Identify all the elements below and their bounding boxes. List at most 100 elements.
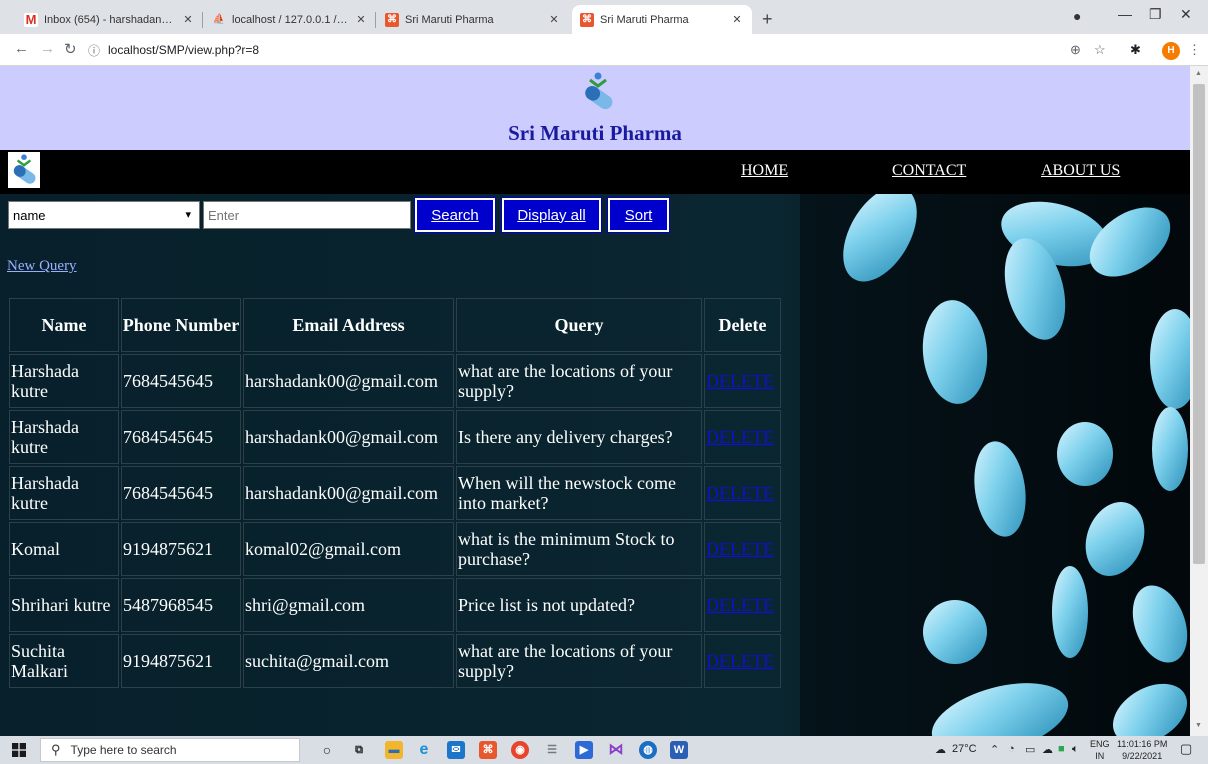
clock-date: 9/22/2021 (1122, 751, 1163, 761)
pharma-logo-icon[interactable] (8, 152, 40, 188)
minimize-icon[interactable]: — (1118, 6, 1132, 22)
page-scrollbar[interactable]: ▲ ▼ (1190, 66, 1208, 736)
taskbar-clock[interactable]: 11:01:16 PM 9/22/2021 (1117, 738, 1167, 762)
close-tab-icon[interactable]: ✕ (730, 13, 744, 26)
site-header: Sri Maruti Pharma (0, 66, 1190, 150)
site-title: Sri Maruti Pharma (508, 121, 682, 145)
browser-tab-gmail[interactable]: M Inbox (654) - harshadank00@gm ✕ (16, 5, 203, 34)
scroll-up-icon[interactable]: ▲ (1195, 70, 1202, 77)
browser-tab-phpmyadmin[interactable]: ⛵ localhost / 127.0.0.1 / smp / info ✕ (204, 5, 376, 34)
scrollbar-thumb[interactable] (1193, 84, 1205, 564)
xampp-icon[interactable]: ⌘ (479, 741, 497, 759)
database-icon[interactable]: ☰ (543, 741, 561, 759)
forward-icon[interactable]: → (40, 40, 55, 57)
maximize-icon[interactable]: ❐ (1149, 6, 1162, 23)
column-header-email: Email Address (243, 298, 454, 352)
file-explorer-icon[interactable]: ▬ (385, 741, 403, 759)
app-icon[interactable]: ◍ (639, 741, 657, 759)
profile-avatar[interactable]: H (1162, 42, 1180, 60)
search-button[interactable]: Search (414, 197, 496, 233)
close-window-icon[interactable]: ✕ (1180, 6, 1192, 23)
back-icon[interactable]: ← (14, 40, 29, 57)
cell-phone: 7684545645 (121, 410, 241, 464)
chrome-icon[interactable]: ◉ (511, 741, 529, 759)
table-row: Shrihari kutre 5487968545 shri@gmail.com… (9, 578, 781, 632)
table-row: Komal 9194875621 komal02@gmail.com what … (9, 522, 781, 576)
bookmark-star-icon[interactable]: ☆ (1094, 42, 1106, 58)
filter-field-value: name (13, 208, 46, 223)
mail-icon[interactable]: ✉ (447, 741, 465, 759)
tab-title: Sri Maruti Pharma (600, 13, 689, 26)
edge-icon[interactable]: e (415, 741, 433, 759)
cell-phone: 7684545645 (121, 466, 241, 520)
address-bar[interactable]: ⓘ localhost/SMP/view.php?r=8 (88, 38, 1128, 62)
cell-name: Harshada kutre (9, 466, 119, 520)
nav-about-link[interactable]: ABOUT US (1041, 162, 1120, 180)
browser-tab-sri-maruti-active[interactable]: ⌘ Sri Maruti Pharma ✕ (572, 5, 752, 34)
cell-query: Price list is not updated? (456, 578, 702, 632)
notifications-icon[interactable]: ▢ (1180, 741, 1192, 757)
delete-link[interactable]: DELETE (704, 410, 781, 464)
app-tray-icon[interactable]: ■ (1058, 743, 1065, 755)
table-row: Harshada kutre 7684545645 harshadank00@g… (9, 354, 781, 408)
language-indicator[interactable]: ENG IN (1090, 738, 1110, 762)
browser-menu-icon[interactable]: ⋮ (1188, 42, 1201, 58)
tab-title: Inbox (654) - harshadank00@gm (44, 13, 177, 26)
delete-link[interactable]: DELETE (704, 466, 781, 520)
windows-start-icon[interactable] (12, 743, 26, 757)
scroll-down-icon[interactable]: ▼ (1195, 722, 1202, 729)
task-view-icon[interactable]: ⧉ (350, 741, 368, 759)
browser-toolbar: ← → ↻ ⓘ localhost/SMP/view.php?r=8 ⊕ ☆ ✱… (0, 34, 1208, 66)
cell-phone: 5487968545 (121, 578, 241, 632)
visual-studio-icon[interactable]: ⋈ (607, 741, 625, 759)
cortana-icon[interactable]: ○ (318, 741, 336, 759)
close-tab-icon[interactable]: ✕ (547, 13, 561, 26)
display-all-button[interactable]: Display all (501, 197, 602, 233)
browser-tab-sri-maruti-1[interactable]: ⌘ Sri Maruti Pharma ✕ (377, 5, 569, 34)
volume-icon[interactable]: 🔈︎ (1072, 743, 1079, 756)
site-nav: HOME CONTACT ABOUT US (0, 150, 1190, 194)
cell-phone: 9194875621 (121, 522, 241, 576)
browser-tab-strip: M Inbox (654) - harshadank00@gm ✕ ⛵ loca… (0, 0, 1208, 34)
cell-query: what are the locations of your supply? (456, 354, 702, 408)
reload-icon[interactable]: ↻ (64, 40, 77, 58)
search-input[interactable]: Enter (203, 201, 411, 229)
page-viewport: Sri Maruti Pharma HOME CONTACT ABOUT US … (0, 66, 1190, 736)
delete-link[interactable]: DELETE (704, 522, 781, 576)
network-icon[interactable]: ◔ (1008, 743, 1015, 755)
extensions-icon[interactable]: ✱ (1130, 42, 1141, 58)
filter-field-select[interactable]: name ▾ (8, 201, 200, 229)
cell-query: Is there any delivery charges? (456, 410, 702, 464)
close-tab-icon[interactable]: ✕ (354, 13, 368, 26)
cell-name: Shrihari kutre (9, 578, 119, 632)
onedrive-icon[interactable]: ☁ (1042, 743, 1053, 756)
delete-link[interactable]: DELETE (704, 634, 781, 688)
weather-temperature[interactable]: 27°C (952, 743, 977, 755)
new-query-link[interactable]: New Query (7, 258, 77, 275)
cell-email: suchita@gmail.com (243, 634, 454, 688)
close-tab-icon[interactable]: ✕ (181, 13, 195, 26)
weather-icon[interactable]: ☁ (935, 743, 946, 756)
word-icon[interactable]: W (670, 741, 688, 759)
browser-account-icon[interactable]: ● (1073, 8, 1081, 24)
nav-contact-link[interactable]: CONTACT (892, 162, 966, 180)
site-info-icon[interactable]: ⓘ (88, 42, 100, 59)
clock-time: 11:01:16 PM (1117, 739, 1168, 749)
cell-name: Komal (9, 522, 119, 576)
taskbar-search-box[interactable]: ⚲ Type here to search (40, 738, 300, 762)
address-url[interactable]: localhost/SMP/view.php?r=8 (108, 43, 259, 57)
nav-home-link[interactable]: HOME (741, 162, 788, 180)
column-header-query: Query (456, 298, 702, 352)
cell-query: what is the minimum Stock to purchase? (456, 522, 702, 576)
delete-link[interactable]: DELETE (704, 354, 781, 408)
language-code: ENG (1090, 739, 1110, 749)
new-tab-button[interactable]: + (762, 9, 773, 30)
delete-link[interactable]: DELETE (704, 578, 781, 632)
sort-button[interactable]: Sort (607, 197, 670, 233)
zoom-icon[interactable]: ⊕ (1070, 42, 1081, 58)
app-icon[interactable]: ▶ (575, 741, 593, 759)
battery-icon[interactable]: ▭ (1025, 743, 1035, 756)
tray-chevron-up-icon[interactable]: ⌃ (990, 743, 999, 756)
column-header-name: Name (9, 298, 119, 352)
queries-table: Name Phone Number Email Address Query De… (7, 296, 783, 690)
